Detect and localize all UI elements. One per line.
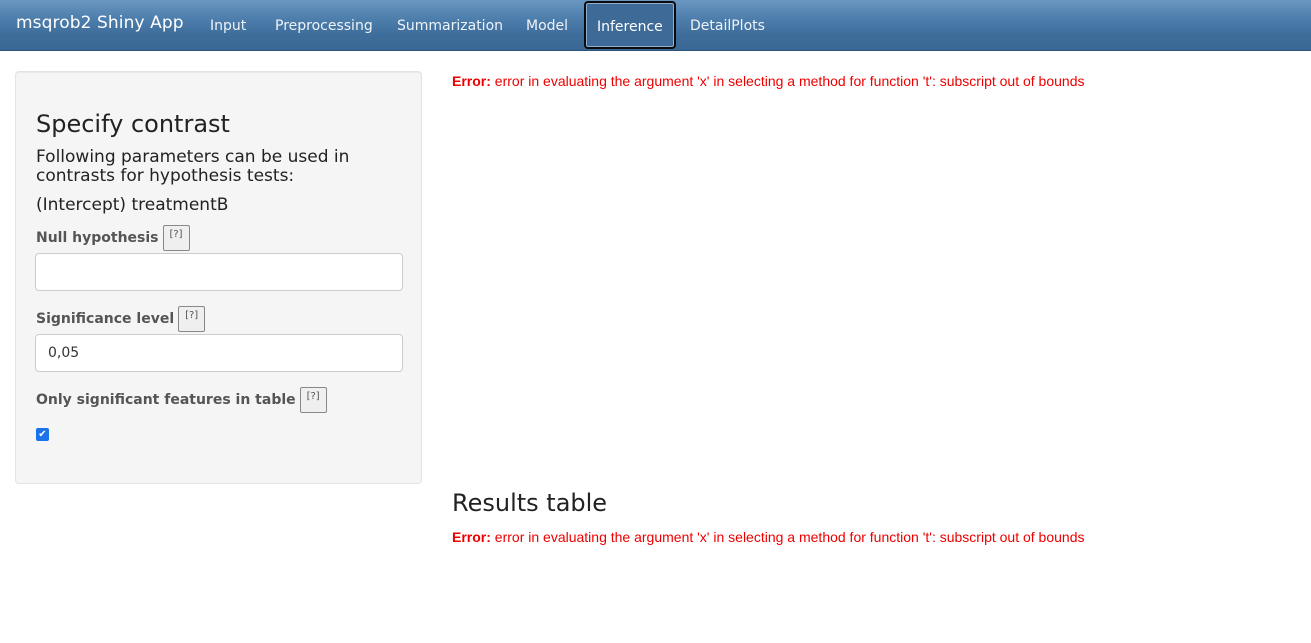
tab-inference[interactable]: Inference <box>584 1 676 49</box>
tab-detailplots[interactable]: DetailPlots <box>690 0 765 51</box>
panel-title: Specify contrast <box>36 110 230 138</box>
results-table-error-message: Error: error in evaluating the argument … <box>452 529 1085 545</box>
significance-level-help-button[interactable]: [?] <box>178 306 206 332</box>
only-significant-help-button[interactable]: [?] <box>299 387 327 413</box>
null-hypothesis-input[interactable] <box>35 253 403 291</box>
tab-preprocessing[interactable]: Preprocessing <box>275 0 373 51</box>
contrast-panel: Specify contrast Following parameters ca… <box>15 71 422 484</box>
significance-level-label-row: Significance level [?] <box>36 306 206 332</box>
null-hypothesis-label: Null hypothesis <box>36 230 159 246</box>
tab-model[interactable]: Model <box>526 0 568 51</box>
navbar: msqrob2 Shiny App Input Preprocessing Su… <box>0 0 1311 51</box>
results-table-title: Results table <box>452 489 608 517</box>
only-significant-checkbox[interactable]: ✔ <box>36 428 49 441</box>
checkmark-icon: ✔ <box>38 429 47 440</box>
error-text: error in evaluating the argument 'x' in … <box>494 529 1085 545</box>
inference-error-message: Error: error in evaluating the argument … <box>452 73 1085 89</box>
null-hypothesis-help-button[interactable]: [?] <box>162 225 190 251</box>
error-label: Error: <box>452 529 491 545</box>
null-hypothesis-label-row: Null hypothesis [?] <box>36 225 190 251</box>
significance-level-input[interactable] <box>35 334 403 372</box>
tab-input[interactable]: Input <box>210 0 246 51</box>
error-text: error in evaluating the argument 'x' in … <box>494 73 1085 89</box>
tab-summarization[interactable]: Summarization <box>397 0 503 51</box>
only-significant-label-row: Only significant features in table [?] <box>36 387 327 413</box>
app-brand[interactable]: msqrob2 Shiny App <box>16 13 184 33</box>
significance-level-label: Significance level <box>36 311 175 327</box>
only-significant-label: Only significant features in table <box>36 392 296 408</box>
error-label: Error: <box>452 73 491 89</box>
parameters-description: Following parameters can be used in cont… <box>36 147 350 186</box>
parameter-list: (Intercept) treatmentB <box>36 195 229 215</box>
